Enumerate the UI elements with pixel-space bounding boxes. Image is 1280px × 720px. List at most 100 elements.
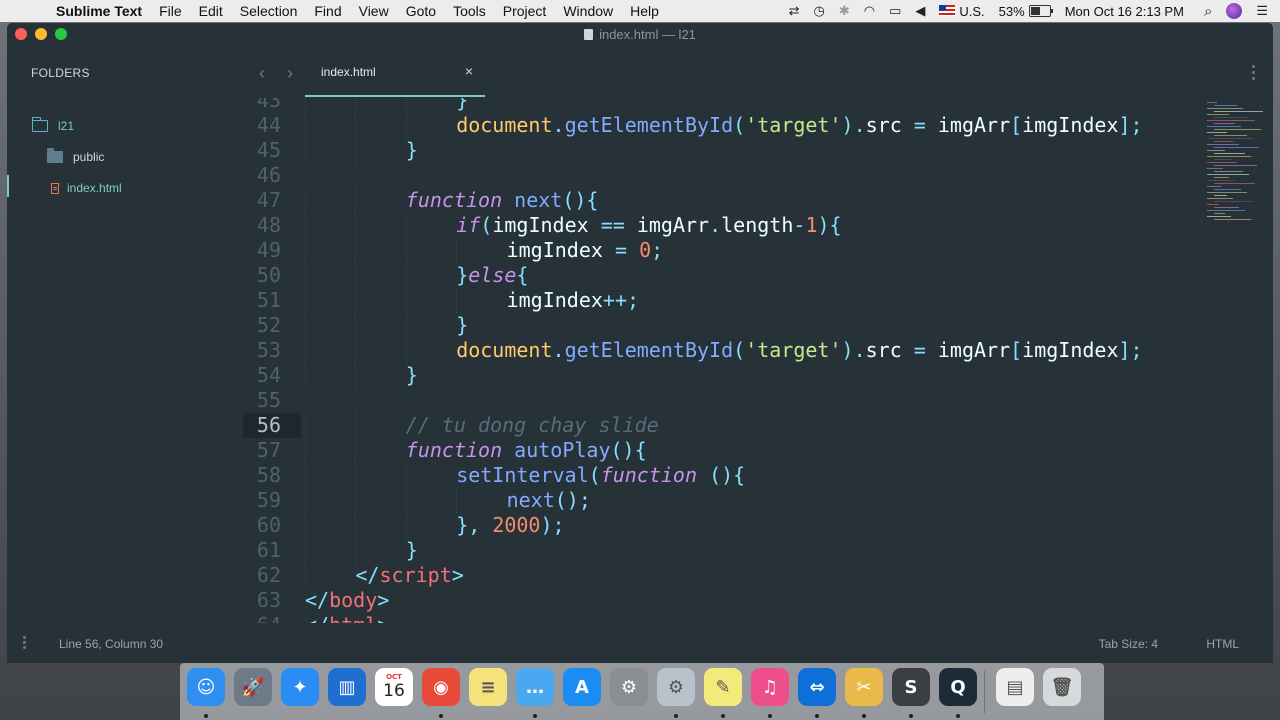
trash-icon[interactable]: 🗑 [1043,668,1081,706]
trello-icon[interactable]: ▥ [328,668,366,706]
code-line[interactable]: 53 document.getElementById('target').src … [243,338,1273,363]
code-line[interactable]: 56 // tu dong chay slide [243,413,1273,438]
html-file-icon [51,182,59,194]
messages-icon[interactable]: … [516,668,554,706]
sidebar-folder-l21[interactable]: l21 [31,117,74,133]
spotlight-search-icon[interactable]: ⌕ [1204,3,1212,20]
code-editor[interactable]: 43} 44 document.getElementById('target').s… [243,98,1273,623]
code-line[interactable]: 47 function next(){ [243,188,1273,213]
indent-guide [305,338,306,363]
code-line[interactable]: 46 [243,163,1273,188]
volume-icon[interactable]: ◀ [915,3,925,19]
indent-guide [305,288,306,313]
notification-center-icon[interactable]: ☰ [1256,3,1268,19]
line-number-text: 50 [256,263,281,287]
clock[interactable]: Mon Oct 16 2:13 PM [1065,4,1184,19]
code-line[interactable]: 60}, 2000); [243,513,1273,538]
menu-window[interactable]: Window [563,3,613,19]
indent-guide [355,263,357,288]
minimap-line [1207,174,1249,175]
app-menu[interactable]: Sublime Text [56,3,142,19]
indent-guide [405,263,407,288]
code-token: (); [554,488,591,512]
itunes-icon[interactable]: ♫ [751,668,789,706]
menu-edit[interactable]: Edit [199,3,223,19]
indent-guide [305,313,306,338]
menu-goto[interactable]: Goto [406,3,436,19]
code-token: document [456,113,553,137]
minimap-line [1207,132,1227,133]
wifi-icon[interactable]: ◠ [864,3,875,19]
code-line[interactable]: 58 setInterval(function (){ [243,463,1273,488]
code-token: </ [305,588,330,612]
syntax-selector[interactable]: HTML [1206,637,1239,651]
code-line[interactable]: 45} [243,138,1273,163]
menu-help[interactable]: Help [630,3,659,19]
indent-guide [456,488,458,513]
finder-icon[interactable]: ☺ [187,668,225,706]
tab-index-html[interactable]: index.html × [305,45,485,98]
chevron-left-icon[interactable]: ‹ [259,63,265,84]
documents-stack-icon[interactable]: ▤ [996,668,1034,706]
indent-guide [355,188,357,213]
notes-icon[interactable]: ≡ [469,668,507,706]
close-tab-icon[interactable]: × [465,63,473,79]
line-number: 63 [243,588,301,613]
code-line[interactable]: 54} [243,363,1273,388]
code-token: ]; [1118,338,1143,362]
menu-project[interactable]: Project [503,3,547,19]
system-preferences-icon[interactable]: ⚙ [610,668,648,706]
menu-selection[interactable]: Selection [240,3,298,19]
chevron-right-icon[interactable]: › [287,63,293,84]
app-store-icon[interactable]: A [563,668,601,706]
code-line[interactable]: 57 function autoPlay(){ [243,438,1273,463]
calendar-icon[interactable]: OCT 16 [375,668,413,706]
code-line[interactable]: 59 next(); [243,488,1273,513]
chrome-icon[interactable]: ◉ [422,668,460,706]
teamviewer-icon[interactable]: ⇔ [798,668,836,706]
archive-utility-icon[interactable]: ✂ [845,668,883,706]
code-line[interactable]: 48 if(imgIndex == imgArr.length-1){ [243,213,1273,238]
time-machine-icon[interactable]: ◷ [813,3,824,19]
menu-find[interactable]: Find [314,3,341,19]
code-line[interactable]: 55 [243,388,1273,413]
panel-toggle-icon[interactable] [23,636,26,651]
code-token: ) [841,338,854,362]
sidebar-file-index-html[interactable]: index.html [51,181,122,195]
indent-guide [405,488,407,513]
battery-menu[interactable]: 53% [999,4,1053,19]
code-line[interactable]: 62 </script> [243,563,1273,588]
minimap[interactable] [1201,98,1273,238]
code-line[interactable]: 51 imgIndex++; [243,288,1273,313]
code-line[interactable]: 49 imgIndex = 0; [243,238,1273,263]
cursor-position[interactable]: Line 56, Column 30 [59,637,163,651]
code-token: function [600,463,698,487]
quicktime-icon[interactable]: Q [939,668,977,706]
code-line[interactable]: 50}else{ [243,263,1273,288]
bluetooth-icon[interactable]: ✱ [839,3,850,19]
tab-menu-icon[interactable] [1252,65,1255,83]
running-indicator [204,714,208,718]
utility-icon[interactable]: ⚙ [657,668,695,706]
line-number-text: 63 [256,588,281,612]
code-line[interactable]: 61} [243,538,1273,563]
menu-view[interactable]: View [359,3,389,19]
siri-icon[interactable] [1226,3,1243,19]
stickies-icon[interactable]: ✎ [704,668,742,706]
code-line[interactable]: 43} [243,98,1273,113]
tab-size-selector[interactable]: Tab Size: 4 [1099,637,1158,651]
teamviewer-status-icon[interactable]: ⇄ [789,3,800,19]
sidebar-folder-public[interactable]: public [47,148,104,164]
code-line[interactable]: 64 </html> [243,613,1273,623]
safari-icon[interactable]: ✦ [281,668,319,706]
code-line[interactable]: 44 document.getElementById('target').src … [243,113,1273,138]
menu-tools[interactable]: Tools [453,3,486,19]
line-number: 46 [243,163,301,188]
code-line[interactable]: 63 </body> [243,588,1273,613]
launchpad-icon[interactable]: 🚀 [234,668,272,706]
airplay-icon[interactable]: ▭ [889,3,901,19]
sublime-text-icon[interactable]: S [892,668,930,706]
code-line[interactable]: 52} [243,313,1273,338]
input-source-menu[interactable]: U.S. [939,4,985,19]
menu-file[interactable]: File [159,3,182,19]
